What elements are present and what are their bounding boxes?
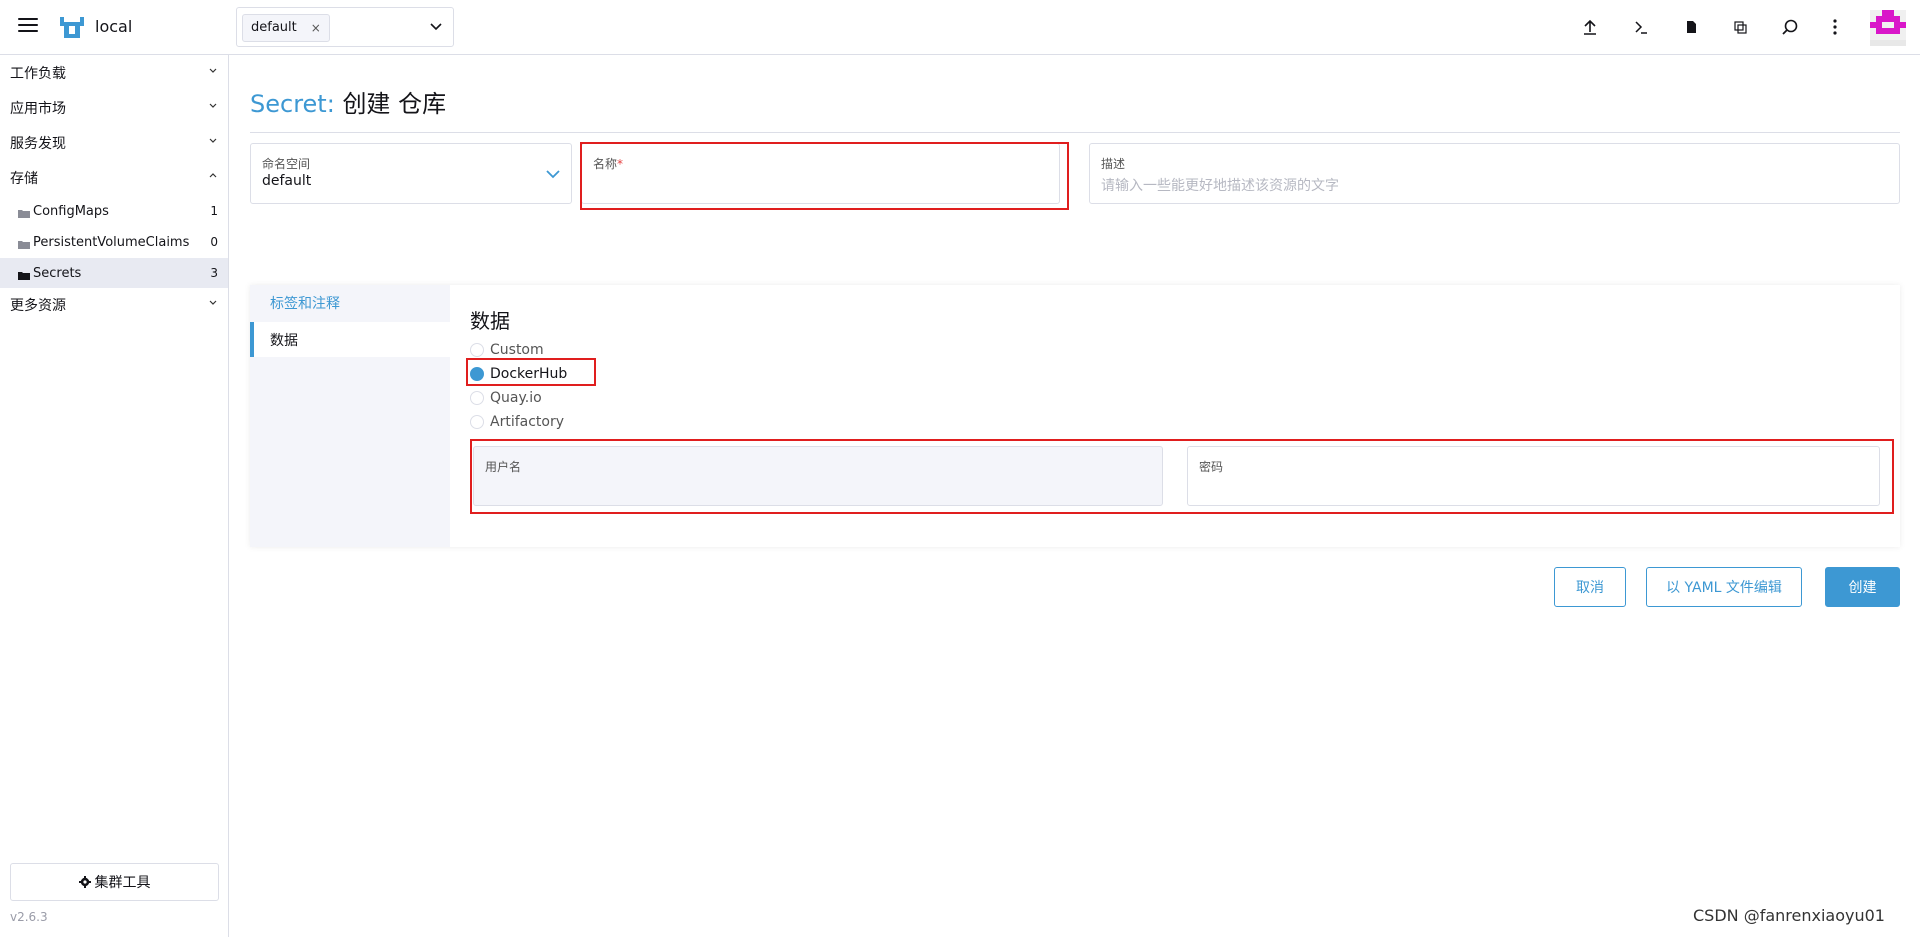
search-icon[interactable] bbox=[1780, 17, 1800, 37]
version-label: v2.6.3 bbox=[10, 910, 48, 924]
tab-data[interactable]: 数据 bbox=[250, 322, 450, 357]
create-button[interactable]: 创建 bbox=[1825, 567, 1900, 607]
resource-type-link[interactable]: Secret: bbox=[250, 90, 335, 118]
item-count: 3 bbox=[210, 266, 218, 280]
copy-icon[interactable] bbox=[1730, 17, 1750, 37]
sidebar-item-label: Secrets bbox=[33, 265, 82, 281]
chevron-down-icon bbox=[209, 300, 217, 305]
sidebar-item-label: ConfigMaps bbox=[33, 203, 109, 219]
chevron-down-icon[interactable] bbox=[429, 20, 443, 34]
description-input[interactable]: 描述 请输入一些能更好地描述该资源的文字 bbox=[1089, 143, 1900, 204]
radio-artifactory[interactable]: Artifactory bbox=[470, 412, 564, 432]
username-label: 用户名 bbox=[485, 460, 522, 474]
radio-label: Artifactory bbox=[490, 414, 565, 430]
chevron-down-icon bbox=[209, 103, 217, 108]
sidebar-group-label: 服务发现 bbox=[10, 136, 66, 152]
sidebar-group-storage[interactable]: 存储 bbox=[0, 163, 228, 193]
watermark-text: CSDN @fanrenxiaoyu01 bbox=[1693, 906, 1885, 925]
folder-open-icon bbox=[18, 269, 30, 280]
user-avatar[interactable] bbox=[1870, 10, 1906, 46]
chevron-down-icon bbox=[546, 170, 560, 179]
folder-icon bbox=[18, 207, 30, 218]
cancel-label: 取消 bbox=[1576, 580, 1604, 596]
terminal-icon[interactable] bbox=[1631, 17, 1651, 37]
sidebar-group-apps[interactable]: 应用市场 bbox=[0, 93, 228, 123]
sidebar-group-label: 更多资源 bbox=[10, 298, 66, 314]
radio-circle-icon bbox=[470, 391, 484, 405]
cluster-name[interactable]: local bbox=[95, 17, 132, 36]
chevron-down-icon bbox=[209, 138, 217, 143]
top-header: local default × bbox=[0, 0, 1920, 55]
title-divider bbox=[250, 132, 1900, 133]
sidebar-group-label: 工作负载 bbox=[10, 66, 66, 82]
chip-remove-icon[interactable]: × bbox=[311, 15, 321, 41]
namespace-filter-select[interactable]: default × bbox=[236, 7, 454, 47]
upload-icon[interactable] bbox=[1580, 17, 1600, 37]
radio-circle-icon bbox=[470, 343, 484, 357]
name-label: 名称* bbox=[593, 155, 623, 172]
edit-as-yaml-button[interactable]: 以 YAML 文件编辑 bbox=[1646, 567, 1802, 607]
sidebar-item-pvcs[interactable]: PersistentVolumeClaims 0 bbox=[0, 227, 228, 257]
namespace-select[interactable]: 命名空间 default bbox=[250, 143, 572, 204]
cancel-button[interactable]: 取消 bbox=[1554, 567, 1626, 607]
username-input[interactable]: 用户名 bbox=[473, 446, 1163, 506]
name-label-text: 名称 bbox=[593, 157, 618, 171]
description-label: 描述 bbox=[1101, 157, 1126, 171]
password-input[interactable]: 密码 bbox=[1187, 446, 1880, 506]
sidebar-group-label: 应用市场 bbox=[10, 101, 66, 117]
sidebar-item-label: PersistentVolumeClaims bbox=[33, 234, 190, 250]
sidebar-group-label: 存储 bbox=[10, 171, 38, 187]
description-placeholder: 请输入一些能更好地描述该资源的文字 bbox=[1101, 178, 1339, 194]
item-count: 1 bbox=[210, 204, 218, 218]
cluster-logo-icon bbox=[60, 17, 84, 38]
password-label: 密码 bbox=[1199, 460, 1224, 474]
sidebar-item-secrets[interactable]: Secrets 3 bbox=[0, 258, 228, 288]
chevron-up-icon bbox=[209, 173, 217, 178]
radio-circle-icon bbox=[470, 415, 484, 429]
cluster-tools-button[interactable]: 集群工具 bbox=[10, 863, 219, 901]
name-input[interactable]: 名称* bbox=[581, 143, 1060, 204]
radio-custom[interactable]: Custom bbox=[470, 340, 544, 360]
required-mark: * bbox=[617, 157, 624, 171]
data-section-title: 数据 bbox=[470, 309, 510, 333]
menu-icon[interactable] bbox=[18, 18, 38, 33]
sidebar-group-more-resources[interactable]: 更多资源 bbox=[0, 290, 228, 320]
namespace-chip-label: default bbox=[251, 20, 297, 35]
edit-yaml-label: 以 YAML 文件编辑 bbox=[1666, 580, 1782, 596]
page-title: Secret: 创建 仓库 bbox=[250, 84, 446, 119]
side-tabs: 标签和注释 数据 bbox=[250, 285, 450, 547]
namespace-label: 命名空间 bbox=[262, 157, 311, 171]
tab-labels-annotations[interactable]: 标签和注释 bbox=[250, 285, 450, 320]
more-vertical-icon[interactable] bbox=[1825, 17, 1845, 37]
sidebar-group-service-discovery[interactable]: 服务发现 bbox=[0, 128, 228, 158]
radio-quay[interactable]: Quay.io bbox=[470, 388, 542, 408]
radio-label: Quay.io bbox=[490, 390, 542, 406]
radio-selected-icon bbox=[470, 367, 484, 381]
cluster-tools-label: 集群工具 bbox=[94, 875, 151, 891]
sidebar-item-configmaps[interactable]: ConfigMaps 1 bbox=[0, 196, 228, 226]
tab-label: 标签和注释 bbox=[270, 295, 340, 312]
sidebar: 工作负载 应用市场 服务发现 存储 ConfigMaps 1 Persisten… bbox=[0, 55, 229, 937]
file-icon[interactable] bbox=[1681, 17, 1701, 37]
namespace-value: default bbox=[262, 173, 312, 189]
page-title-text: 创建 仓库 bbox=[342, 90, 447, 118]
create-label: 创建 bbox=[1848, 580, 1877, 596]
radio-dockerhub[interactable]: DockerHub bbox=[470, 364, 567, 384]
gear-icon bbox=[78, 876, 91, 888]
radio-label: Custom bbox=[490, 342, 544, 358]
namespace-chip: default × bbox=[242, 14, 330, 42]
radio-label: DockerHub bbox=[490, 366, 568, 382]
chevron-down-icon bbox=[209, 68, 217, 73]
tab-label: 数据 bbox=[270, 332, 298, 349]
folder-icon bbox=[18, 238, 30, 249]
sidebar-group-workloads[interactable]: 工作负载 bbox=[0, 58, 228, 88]
item-count: 0 bbox=[210, 235, 218, 249]
